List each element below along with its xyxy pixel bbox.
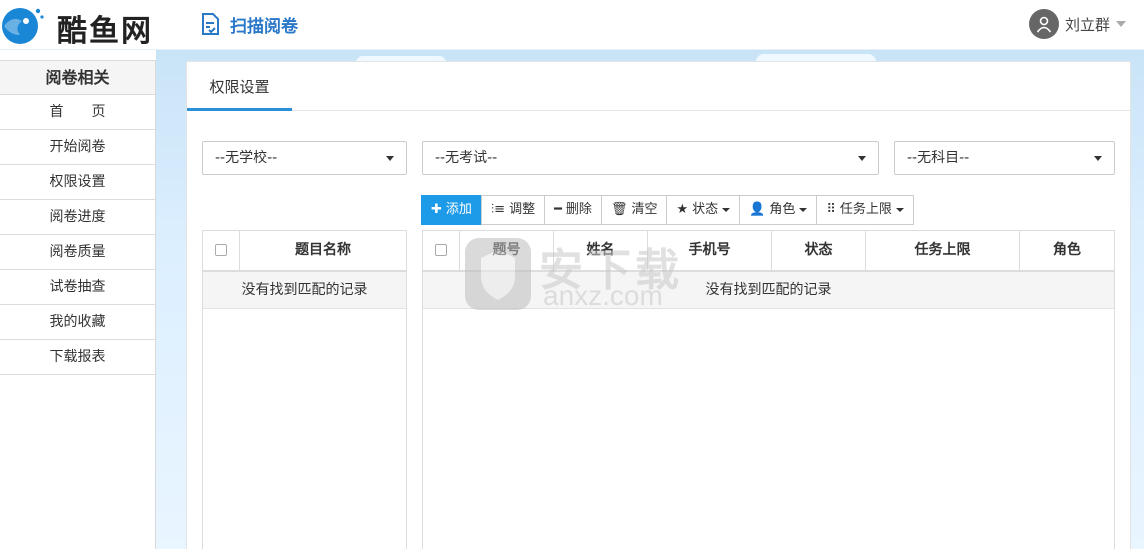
minus-icon: ━ [554, 202, 562, 217]
sidebar-title: 阅卷相关 [0, 61, 155, 95]
logo-icon[interactable] [0, 5, 46, 45]
chevron-down-icon [858, 156, 866, 161]
status-button-label: 状态 [692, 202, 719, 217]
column-header-task-limit[interactable]: 任务上限 [866, 231, 1020, 270]
subject-select[interactable]: --无科目-- [894, 141, 1115, 175]
chevron-down-icon [1116, 21, 1126, 27]
role-dropdown-button[interactable]: 👤 角色 [739, 195, 818, 225]
chevron-down-icon [799, 208, 808, 212]
subject-select-value: --无科目-- [907, 150, 970, 166]
exam-select[interactable]: --无考试-- [422, 141, 879, 175]
sidebar-item-spot-check[interactable]: 试卷抽查 [0, 270, 155, 305]
user-name: 刘立群 [1064, 15, 1110, 34]
nav-title: 扫描阅卷 [230, 16, 298, 37]
plus-icon: ✚ [431, 202, 442, 217]
chevron-down-icon [1094, 156, 1102, 161]
top-header: 酷鱼网 扫描阅卷 刘立群 [0, 0, 1144, 50]
chevron-down-icon [386, 156, 394, 161]
role-button-label: 角色 [769, 202, 796, 217]
column-header-role[interactable]: 角色 [1020, 231, 1114, 270]
sidebar-item-favorites[interactable]: 我的收藏 [0, 305, 155, 340]
document-check-icon [202, 13, 219, 35]
watermark-url: anxz.com [543, 280, 663, 311]
sidebar-item-download-report[interactable]: 下载报表 [0, 340, 155, 375]
delete-button-label: 删除 [565, 202, 592, 217]
chevron-down-icon [895, 208, 904, 212]
sidebar: 阅卷相关 首页 开始阅卷 权限设置 阅卷进度 阅卷质量 试卷抽查 我的收藏 下载… [0, 60, 156, 549]
column-header-question-name[interactable]: 题目名称 [240, 231, 406, 270]
column-header-status[interactable]: 状态 [772, 231, 866, 270]
tab-permissions[interactable]: 权限设置 [187, 62, 292, 111]
select-all-checkbox[interactable] [435, 244, 447, 256]
shield-icon [465, 238, 531, 310]
select-all-cell [423, 231, 460, 270]
task-limit-dropdown-button[interactable]: ⠿ 任务上限 [816, 195, 914, 225]
task-limit-button-label: 任务上限 [839, 202, 892, 217]
sitemap-icon: ⠿ [826, 202, 836, 217]
adjust-button[interactable]: ⫶≡ 调整 [480, 195, 546, 225]
select-all-checkbox[interactable] [215, 244, 227, 256]
exam-select-value: --无考试-- [435, 150, 498, 166]
add-button-label: 添加 [445, 202, 472, 217]
logo-text: 酷鱼网 [57, 14, 153, 49]
adjust-icon: ⫶≡ [490, 202, 506, 217]
add-button[interactable]: ✚ 添加 [421, 195, 482, 225]
sidebar-item-start-grading[interactable]: 开始阅卷 [0, 130, 155, 165]
question-table: 题目名称 没有找到匹配的记录 [202, 230, 407, 549]
select-all-cell [203, 231, 240, 270]
clear-button-label: 清空 [631, 202, 658, 217]
trash-icon: 🗑 [610, 202, 628, 217]
watermark: 安下载 anxz.com [463, 236, 683, 316]
school-select[interactable]: --无学校-- [202, 141, 407, 175]
empty-row: 没有找到匹配的记录 [203, 272, 406, 309]
tab-bar: 权限设置 [187, 62, 1130, 111]
sidebar-item-quality[interactable]: 阅卷质量 [0, 235, 155, 270]
school-select-value: --无学校-- [215, 150, 278, 166]
avatar [1028, 9, 1059, 39]
status-dropdown-button[interactable]: ★ 状态 [666, 195, 741, 225]
sidebar-item-permissions[interactable]: 权限设置 [0, 165, 155, 200]
sidebar-item-home[interactable]: 首页 [0, 95, 155, 130]
user-icon [1036, 16, 1052, 33]
nav-scan-grading[interactable]: 扫描阅卷 [200, 10, 298, 38]
chevron-down-icon [722, 208, 731, 212]
sidebar-item-progress[interactable]: 阅卷进度 [0, 200, 155, 235]
toolbar: ✚ 添加 ⫶≡ 调整 ━ 删除 🗑 清空 ★ 状态 👤 角色 ⠿ 任务上限 [421, 195, 914, 225]
adjust-button-label: 调整 [509, 202, 536, 217]
star-icon: ★ [676, 202, 689, 217]
user-menu[interactable]: 刘立群 [1028, 8, 1126, 40]
question-table-header: 题目名称 [203, 231, 406, 272]
clear-button[interactable]: 🗑 清空 [600, 195, 668, 225]
user-icon: 👤 [749, 202, 766, 217]
delete-button[interactable]: ━ 删除 [544, 195, 602, 225]
